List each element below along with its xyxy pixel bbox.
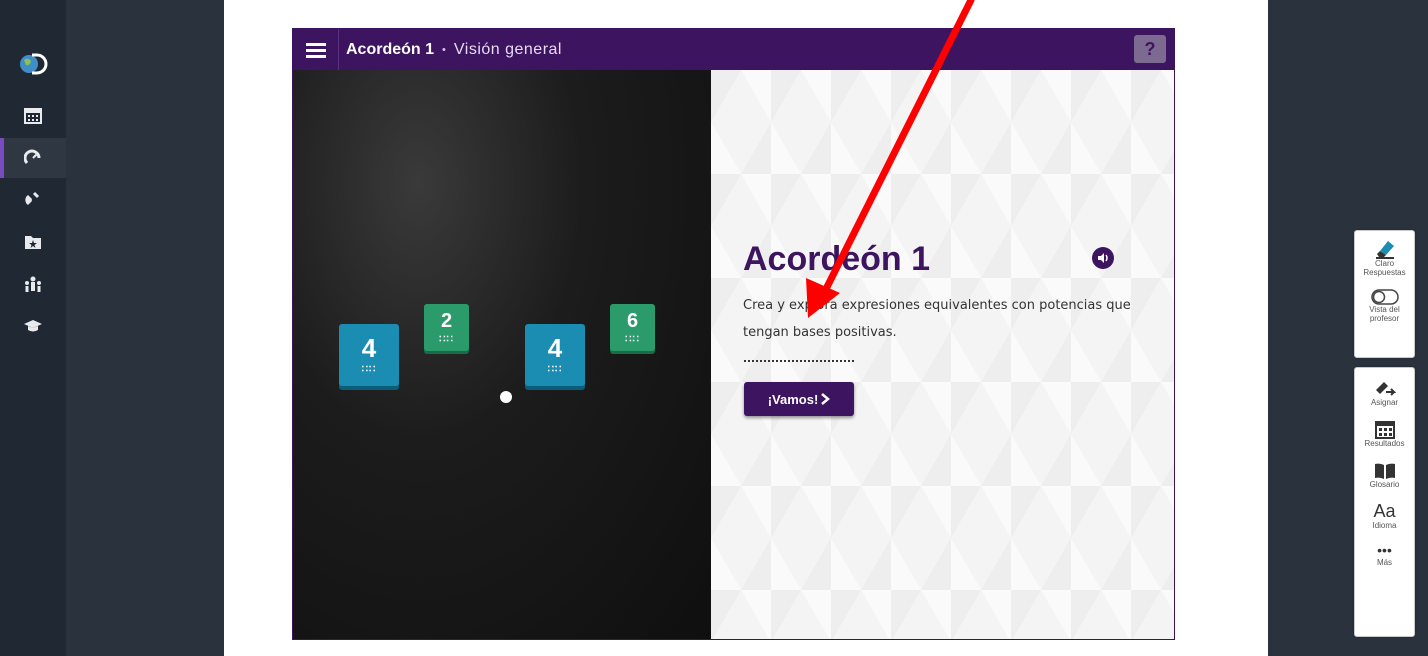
graduation-cap-icon[interactable] bbox=[0, 306, 66, 346]
audio-button[interactable] bbox=[1092, 247, 1114, 269]
breadcrumb: Acordeón 1 • Visión general bbox=[346, 29, 562, 70]
breadcrumb-separator: • bbox=[442, 43, 446, 56]
activity-name: Acordeón 1 bbox=[346, 40, 435, 58]
expression-stage: 4 ∷∷ 2 ∷∷ 4 ∷∷ 6 ∷∷ bbox=[293, 70, 711, 639]
chevron-right-icon bbox=[821, 393, 831, 405]
multiplication-operator bbox=[500, 391, 512, 403]
glossary-label: Glosario bbox=[1369, 480, 1400, 489]
assign-label: Asignar bbox=[1370, 398, 1399, 407]
results-grid-icon bbox=[1374, 421, 1395, 439]
eraser-icon bbox=[1375, 241, 1394, 259]
tool-group-bottom: Asignar Resultados Glosario Aa Idioma ••… bbox=[1354, 367, 1415, 637]
tile-dots: ∷∷ bbox=[547, 364, 563, 375]
tile-dots: ∷∷ bbox=[361, 364, 377, 375]
magnet-icon[interactable] bbox=[0, 180, 66, 220]
menu-button[interactable] bbox=[293, 29, 339, 70]
calendar-icon[interactable] bbox=[0, 96, 66, 136]
tile-dots: ∷∷ bbox=[625, 333, 640, 345]
start-button-label: ¡Vamos! bbox=[767, 391, 819, 407]
starred-folder-icon[interactable] bbox=[0, 222, 66, 262]
more-dots-icon: ••• bbox=[1377, 542, 1392, 558]
language-label: Idioma bbox=[1372, 521, 1397, 530]
activity-title: Acordeón 1 bbox=[743, 240, 931, 278]
tool-group-top: Claro Respuestas Vista del profesor bbox=[1354, 230, 1415, 358]
results-tool[interactable]: Resultados bbox=[1355, 421, 1414, 448]
assign-icon bbox=[1375, 382, 1396, 396]
discovery-logo[interactable] bbox=[0, 44, 66, 84]
exponent-tile-2: 6 ∷∷ bbox=[610, 304, 655, 351]
book-icon bbox=[1374, 463, 1395, 479]
tile-dots: ∷∷ bbox=[439, 333, 454, 345]
left-rail bbox=[0, 0, 66, 656]
teacher-view-label: Vista del profesor bbox=[1369, 305, 1400, 323]
assign-tool[interactable]: Asignar bbox=[1355, 378, 1414, 407]
section-name: Visión general bbox=[453, 40, 562, 58]
activity-header: Acordeón 1 • Visión general ? bbox=[293, 29, 1174, 70]
group-icon[interactable] bbox=[0, 264, 66, 304]
clear-answers-label: Claro Respuestas bbox=[1363, 259, 1406, 277]
help-button[interactable]: ? bbox=[1134, 35, 1166, 63]
dotted-divider bbox=[744, 360, 854, 362]
exponent-value: 6 bbox=[626, 309, 639, 332]
left-panel bbox=[66, 0, 224, 656]
more-label: Más bbox=[1376, 558, 1393, 567]
base-tile-2: 4 ∷∷ bbox=[525, 324, 585, 386]
exponent-value: 2 bbox=[440, 309, 453, 332]
hamburger-icon bbox=[305, 42, 326, 58]
speaker-icon bbox=[1098, 253, 1108, 263]
teacher-view-tool[interactable]: Vista del profesor bbox=[1355, 289, 1414, 323]
language-glyph-icon: Aa bbox=[1373, 501, 1396, 521]
overview-panel: Acordeón 1 Crea y explora expresiones eq… bbox=[711, 70, 1174, 639]
activity-description: Crea y explora expresiones equivalentes … bbox=[743, 298, 1131, 340]
results-label: Resultados bbox=[1364, 439, 1405, 448]
help-icon: ? bbox=[1144, 38, 1156, 59]
activity-frame: Acordeón 1 • Visión general ? 4 ∷∷ 2 ∷∷ … bbox=[292, 28, 1175, 640]
more-tool[interactable]: ••• Más bbox=[1355, 542, 1414, 567]
base-tile-1: 4 ∷∷ bbox=[339, 324, 399, 386]
clear-answers-tool[interactable]: Claro Respuestas bbox=[1355, 237, 1414, 277]
start-button[interactable]: ¡Vamos! bbox=[744, 382, 854, 416]
language-tool[interactable]: Aa Idioma bbox=[1355, 501, 1414, 530]
base-value: 4 bbox=[361, 333, 377, 363]
exponent-tile-1: 2 ∷∷ bbox=[424, 304, 469, 351]
gauge-icon[interactable] bbox=[0, 138, 66, 178]
glossary-tool[interactable]: Glosario bbox=[1355, 462, 1414, 489]
base-value: 4 bbox=[547, 333, 563, 363]
toggle-icon bbox=[1370, 289, 1399, 305]
